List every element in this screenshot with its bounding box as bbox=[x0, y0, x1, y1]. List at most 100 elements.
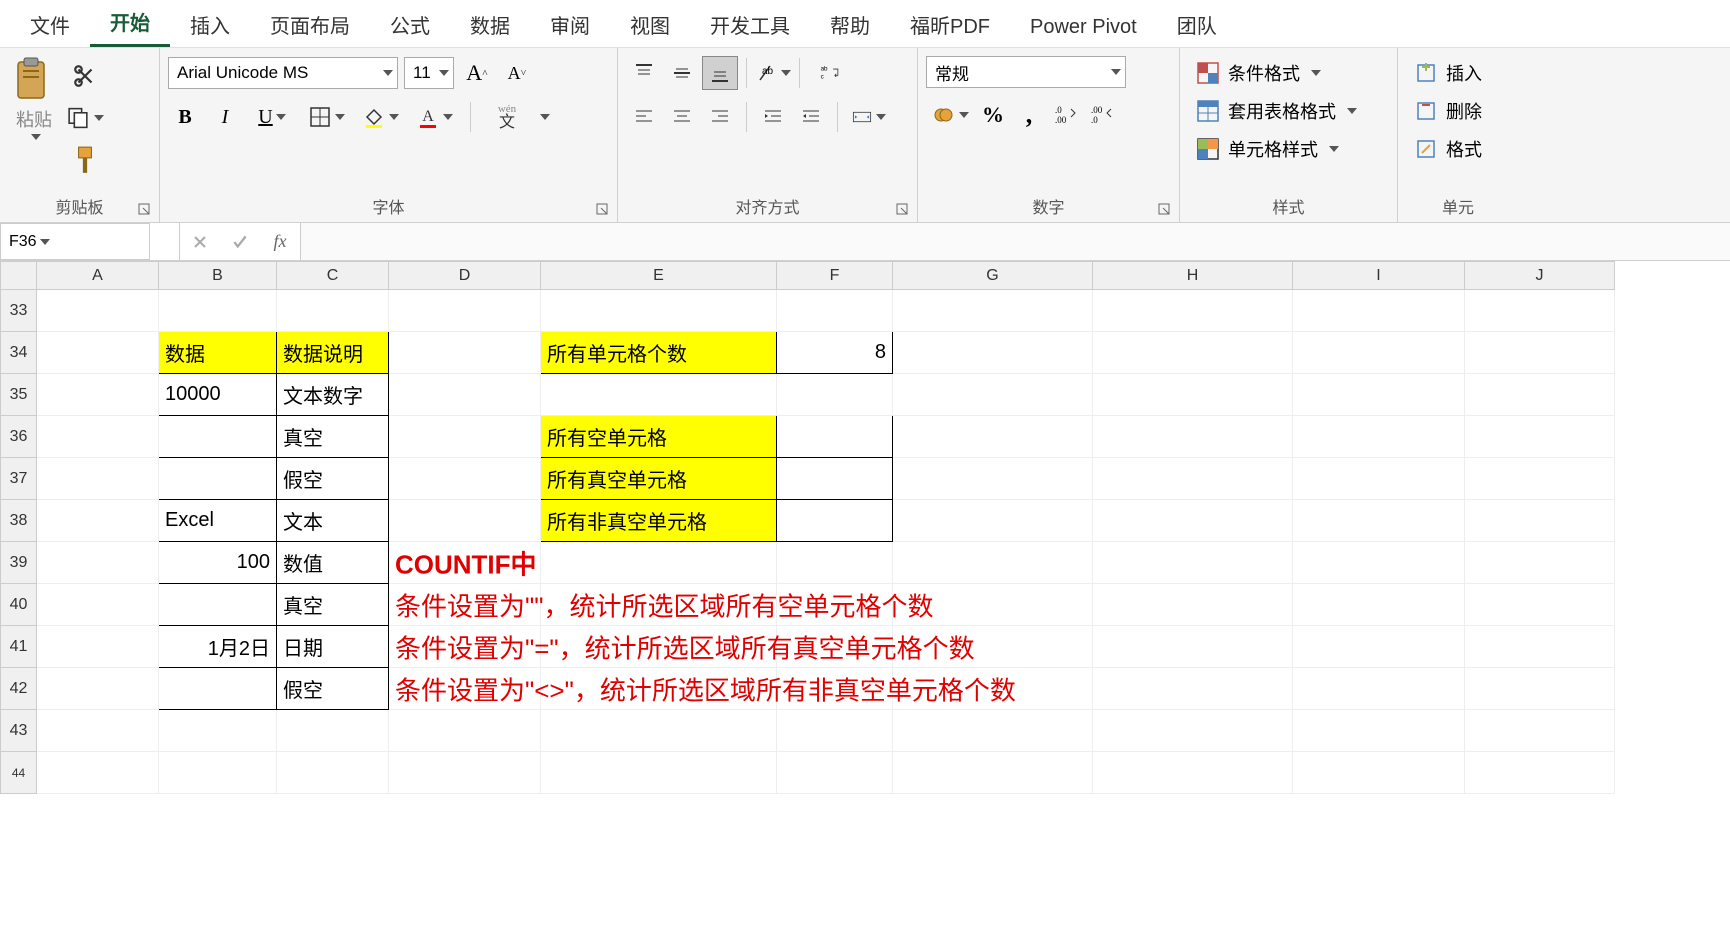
font-size-dropdown[interactable]: 11 bbox=[404, 57, 454, 89]
cell-B41[interactable]: 1月2日 bbox=[159, 626, 277, 668]
cell-B42[interactable] bbox=[159, 668, 277, 710]
table-format-button[interactable]: 套用表格格式 bbox=[1188, 94, 1365, 128]
align-top-button[interactable] bbox=[626, 56, 662, 90]
paste-button[interactable]: 粘贴 bbox=[8, 52, 60, 144]
tab-developer[interactable]: 开发工具 bbox=[690, 2, 810, 47]
col-header-J[interactable]: J bbox=[1465, 262, 1615, 290]
cell-C36[interactable]: 真空 bbox=[277, 416, 389, 458]
cell-F37[interactable] bbox=[777, 458, 893, 500]
number-format-dropdown[interactable]: 常规 bbox=[926, 56, 1126, 88]
row-header-33[interactable]: 33 bbox=[1, 290, 37, 332]
cell-B37[interactable] bbox=[159, 458, 277, 500]
tab-view[interactable]: 视图 bbox=[610, 2, 690, 47]
conditional-format-button[interactable]: 条件格式 bbox=[1188, 56, 1365, 90]
align-left-button[interactable] bbox=[626, 100, 662, 134]
insert-cells-button[interactable]: 插入 bbox=[1406, 56, 1490, 90]
row-header-41[interactable]: 41 bbox=[1, 626, 37, 668]
tab-power-pivot[interactable]: Power Pivot bbox=[1010, 8, 1157, 47]
percent-button[interactable]: % bbox=[976, 98, 1010, 132]
currency-button[interactable] bbox=[926, 98, 974, 132]
align-middle-button[interactable] bbox=[664, 56, 700, 90]
row-header-35[interactable]: 35 bbox=[1, 374, 37, 416]
col-header-F[interactable]: F bbox=[777, 262, 893, 290]
col-header-B[interactable]: B bbox=[159, 262, 277, 290]
font-name-dropdown[interactable]: Arial Unicode MS bbox=[168, 57, 398, 89]
col-header-G[interactable]: G bbox=[893, 262, 1093, 290]
cell-B39[interactable]: 100 bbox=[159, 542, 277, 584]
wrap-text-button[interactable]: abc bbox=[808, 56, 852, 90]
row-header-34[interactable]: 34 bbox=[1, 332, 37, 374]
formula-input[interactable] bbox=[301, 223, 524, 260]
insert-function-button[interactable]: fx bbox=[260, 223, 300, 260]
cell-D41[interactable]: 条件设置为"="，统计所选区域所有真空单元格个数 bbox=[389, 626, 541, 668]
tab-insert[interactable]: 插入 bbox=[170, 2, 250, 47]
row-header-39[interactable]: 39 bbox=[1, 542, 37, 584]
cell-B35[interactable]: 10000 bbox=[159, 374, 277, 416]
cell-D40[interactable]: 条件设置为""，统计所选区域所有空单元格个数 bbox=[389, 584, 541, 626]
align-bottom-button[interactable] bbox=[702, 56, 738, 90]
row-header-43[interactable]: 43 bbox=[1, 710, 37, 752]
row-header-37[interactable]: 37 bbox=[1, 458, 37, 500]
italic-button[interactable]: I bbox=[208, 100, 242, 134]
row-header-42[interactable]: 42 bbox=[1, 668, 37, 710]
row-header-36[interactable]: 36 bbox=[1, 416, 37, 458]
cell-C40[interactable]: 真空 bbox=[277, 584, 389, 626]
cell-B36[interactable] bbox=[159, 416, 277, 458]
spreadsheet-grid[interactable]: A B C D E F G H I J 33 34 数据 数据说明 所有单元格个… bbox=[0, 261, 1730, 794]
col-header-A[interactable]: A bbox=[37, 262, 159, 290]
cell-C39[interactable]: 数值 bbox=[277, 542, 389, 584]
cell-C37[interactable]: 假空 bbox=[277, 458, 389, 500]
fill-color-button[interactable] bbox=[356, 100, 404, 134]
cell-D42[interactable]: 条件设置为"<>"，统计所选区域所有非真空单元格个数 bbox=[389, 668, 541, 710]
cell-D39[interactable]: COUNTIF中 bbox=[389, 542, 541, 584]
tab-foxit-pdf[interactable]: 福昕PDF bbox=[890, 2, 1010, 47]
increase-font-button[interactable]: A˄ bbox=[460, 56, 494, 90]
tab-home[interactable]: 开始 bbox=[90, 0, 170, 47]
tab-review[interactable]: 审阅 bbox=[530, 2, 610, 47]
tab-team[interactable]: 团队 bbox=[1157, 2, 1237, 47]
decrease-decimal-button[interactable]: .00.0 bbox=[1084, 98, 1118, 132]
bold-button[interactable]: B bbox=[168, 100, 202, 134]
orientation-button[interactable]: ab bbox=[755, 56, 791, 90]
clipboard-dialog-launcher[interactable] bbox=[137, 202, 153, 218]
decrease-font-button[interactable]: A˅ bbox=[500, 56, 534, 90]
decrease-indent-button[interactable] bbox=[755, 100, 791, 134]
col-header-C[interactable]: C bbox=[277, 262, 389, 290]
delete-cells-button[interactable]: 删除 bbox=[1406, 94, 1490, 128]
cell-B34[interactable]: 数据 bbox=[159, 332, 277, 374]
copy-button[interactable] bbox=[66, 100, 104, 136]
select-all-corner[interactable] bbox=[1, 262, 37, 290]
increase-decimal-button[interactable]: .0.00 bbox=[1048, 98, 1082, 132]
comma-button[interactable]: , bbox=[1012, 98, 1046, 132]
cell-F34[interactable]: 8 bbox=[777, 332, 893, 374]
number-dialog-launcher[interactable] bbox=[1157, 202, 1173, 218]
cell-B40[interactable] bbox=[159, 584, 277, 626]
col-header-D[interactable]: D bbox=[389, 262, 541, 290]
cell-styles-button[interactable]: 单元格样式 bbox=[1188, 132, 1365, 166]
tab-formulas[interactable]: 公式 bbox=[370, 2, 450, 47]
format-painter-button[interactable] bbox=[66, 142, 104, 178]
cell-E34[interactable]: 所有单元格个数 bbox=[541, 332, 777, 374]
cell-B38[interactable]: Excel bbox=[159, 500, 277, 542]
cell-C42[interactable]: 假空 bbox=[277, 668, 389, 710]
row-header-38[interactable]: 38 bbox=[1, 500, 37, 542]
cell-F36[interactable] bbox=[777, 416, 893, 458]
cell-C38[interactable]: 文本 bbox=[277, 500, 389, 542]
col-header-E[interactable]: E bbox=[541, 262, 777, 290]
borders-button[interactable] bbox=[302, 100, 350, 134]
accept-formula-button[interactable] bbox=[220, 223, 260, 260]
name-box[interactable]: F36 bbox=[0, 223, 150, 260]
tab-data[interactable]: 数据 bbox=[450, 2, 530, 47]
col-header-H[interactable]: H bbox=[1093, 262, 1293, 290]
merge-cells-button[interactable] bbox=[846, 100, 890, 134]
cell-C34[interactable]: 数据说明 bbox=[277, 332, 389, 374]
font-dialog-launcher[interactable] bbox=[595, 202, 611, 218]
cut-button[interactable] bbox=[66, 58, 104, 94]
tab-page-layout[interactable]: 页面布局 bbox=[250, 2, 370, 47]
row-header-44[interactable]: 44 bbox=[1, 752, 37, 794]
col-header-I[interactable]: I bbox=[1293, 262, 1465, 290]
cell-C35[interactable]: 文本数字 bbox=[277, 374, 389, 416]
cell-C41[interactable]: 日期 bbox=[277, 626, 389, 668]
underline-button[interactable]: U bbox=[248, 100, 296, 134]
format-cells-button[interactable]: 格式 bbox=[1406, 132, 1490, 166]
